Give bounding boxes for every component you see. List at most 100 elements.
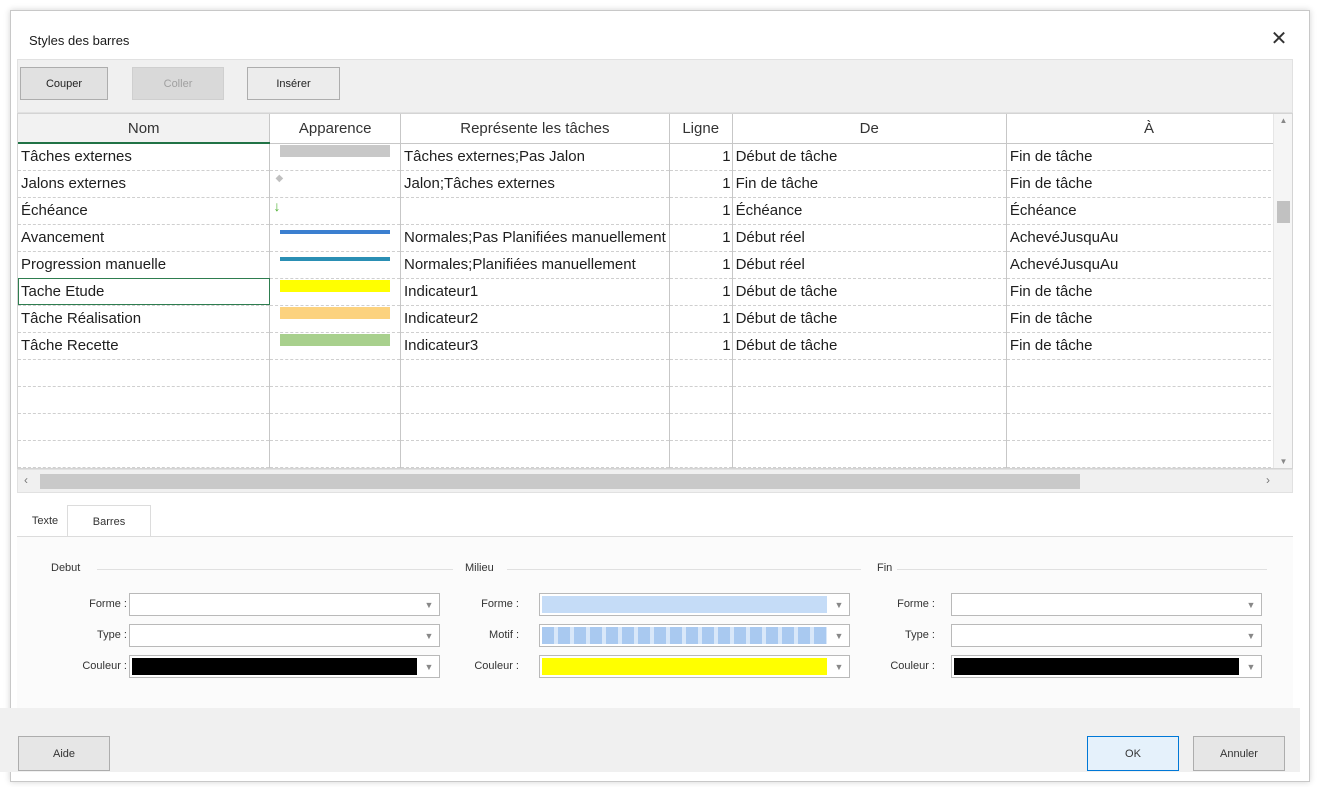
appearance-cell[interactable] xyxy=(269,359,401,387)
ligne-cell[interactable] xyxy=(669,440,733,468)
a-cell[interactable]: Fin de tâche xyxy=(1006,143,1292,171)
annuler-button[interactable]: Annuler xyxy=(1193,736,1285,771)
milieu-motif-select[interactable]: ▼ xyxy=(539,624,850,647)
inserer-button[interactable]: Insérer xyxy=(247,67,340,100)
represente-cell[interactable] xyxy=(400,197,670,225)
chevron-down-icon[interactable]: ▼ xyxy=(829,656,849,677)
a-cell[interactable] xyxy=(1006,359,1292,387)
represente-cell[interactable]: Indicateur2 xyxy=(400,305,670,333)
de-cell[interactable] xyxy=(732,413,1007,441)
represente-cell[interactable]: Indicateur1 xyxy=(400,278,670,306)
chevron-down-icon[interactable]: ▼ xyxy=(829,625,849,646)
chevron-down-icon[interactable]: ▼ xyxy=(1241,625,1261,646)
close-icon[interactable]: ✕ xyxy=(1267,27,1291,51)
a-cell[interactable] xyxy=(1006,386,1292,414)
ligne-cell[interactable] xyxy=(669,386,733,414)
appearance-cell[interactable] xyxy=(269,413,401,441)
table-row[interactable] xyxy=(18,386,1292,414)
appearance-cell[interactable]: ↓ xyxy=(269,197,401,225)
vertical-scrollbar[interactable]: ▲ ▼ xyxy=(1273,114,1292,468)
de-cell[interactable]: Début de tâche xyxy=(732,305,1007,333)
appearance-cell[interactable] xyxy=(269,143,401,171)
appearance-cell[interactable] xyxy=(269,305,401,333)
column-header-a[interactable]: À xyxy=(1006,114,1292,144)
nom-cell[interactable]: Jalons externes xyxy=(18,170,271,198)
table-row[interactable]: Tache Etude Indicateur1 1 Début de tâche Fin… xyxy=(18,278,1292,306)
coller-button[interactable]: Coller xyxy=(132,67,224,100)
debut-couleur-select[interactable]: ▼ xyxy=(129,655,440,678)
de-cell[interactable]: Fin de tâche xyxy=(732,170,1007,198)
appearance-cell[interactable] xyxy=(269,251,401,279)
represente-cell[interactable]: Tâches externes;Pas Jalon xyxy=(400,143,670,171)
represente-cell[interactable] xyxy=(400,386,670,414)
fin-type-select[interactable]: ▼ xyxy=(951,624,1262,647)
appearance-cell[interactable]: ◆ xyxy=(269,170,401,198)
a-cell[interactable]: AchevéJusquAu xyxy=(1006,224,1292,252)
chevron-down-icon[interactable]: ▼ xyxy=(419,656,439,677)
column-header-represente[interactable]: Représente les tâches xyxy=(400,114,670,144)
column-header-ligne[interactable]: Ligne xyxy=(669,114,733,144)
a-cell[interactable] xyxy=(1006,440,1292,468)
nom-cell[interactable] xyxy=(18,440,271,468)
table-row[interactable]: Jalons externes ◆ Jalon;Tâches externes 1 Fi… xyxy=(18,170,1292,198)
table-row[interactable] xyxy=(18,359,1292,387)
ligne-cell[interactable]: 1 xyxy=(669,197,733,225)
chevron-down-icon[interactable]: ▼ xyxy=(1241,656,1261,677)
chevron-down-icon[interactable]: ▼ xyxy=(829,594,849,615)
appearance-cell[interactable] xyxy=(269,278,401,306)
table-row[interactable]: Tâche Réalisation Indicateur2 1 Début de tâ… xyxy=(18,305,1292,333)
ligne-cell[interactable]: 1 xyxy=(669,278,733,306)
de-cell[interactable]: Début réel xyxy=(732,251,1007,279)
represente-cell[interactable]: Indicateur3 xyxy=(400,332,670,360)
couper-button[interactable]: Couper xyxy=(20,67,108,100)
table-row[interactable]: Tâche Recette Indicateur3 1 Début de tâche F… xyxy=(18,332,1292,360)
ok-button[interactable]: OK xyxy=(1087,736,1179,771)
nom-cell[interactable]: Tâche Réalisation xyxy=(18,305,271,333)
scroll-right-icon[interactable]: › xyxy=(1266,473,1270,487)
nom-cell[interactable]: Tache Etude xyxy=(18,278,271,306)
scroll-up-icon[interactable]: ▲ xyxy=(1274,116,1292,125)
de-cell[interactable]: Début réel xyxy=(732,224,1007,252)
column-header-nom[interactable]: Nom xyxy=(18,114,271,144)
milieu-couleur-select[interactable]: ▼ xyxy=(539,655,850,678)
scroll-left-icon[interactable]: ‹ xyxy=(24,473,28,487)
chevron-down-icon[interactable]: ▼ xyxy=(419,594,439,615)
ligne-cell[interactable]: 1 xyxy=(669,305,733,333)
a-cell[interactable]: Fin de tâche xyxy=(1006,305,1292,333)
represente-cell[interactable]: Jalon;Tâches externes xyxy=(400,170,670,198)
fin-couleur-select[interactable]: ▼ xyxy=(951,655,1262,678)
nom-cell[interactable] xyxy=(18,386,271,414)
represente-cell[interactable]: Normales;Planifiées manuellement xyxy=(400,251,670,279)
a-cell[interactable]: Fin de tâche xyxy=(1006,278,1292,306)
nom-cell[interactable]: Avancement xyxy=(18,224,271,252)
appearance-cell[interactable] xyxy=(269,440,401,468)
de-cell[interactable]: Début de tâche xyxy=(732,143,1007,171)
nom-cell[interactable]: Tâches externes xyxy=(18,143,271,171)
fin-forme-select[interactable]: ▼ xyxy=(951,593,1262,616)
debut-type-select[interactable]: ▼ xyxy=(129,624,440,647)
horizontal-scrollbar[interactable]: ‹ › xyxy=(17,469,1293,493)
table-row[interactable]: Progression manuelle Normales;Planifiées … xyxy=(18,251,1292,279)
nom-cell[interactable]: Tâche Recette xyxy=(18,332,271,360)
de-cell[interactable] xyxy=(732,359,1007,387)
nom-cell[interactable] xyxy=(18,413,271,441)
appearance-cell[interactable] xyxy=(269,224,401,252)
a-cell[interactable]: Fin de tâche xyxy=(1006,170,1292,198)
ligne-cell[interactable] xyxy=(669,359,733,387)
a-cell[interactable]: AchevéJusquAu xyxy=(1006,251,1292,279)
ligne-cell[interactable]: 1 xyxy=(669,224,733,252)
horizontal-scroll-thumb[interactable] xyxy=(40,474,1080,489)
nom-cell[interactable]: Progression manuelle xyxy=(18,251,271,279)
appearance-cell[interactable] xyxy=(269,332,401,360)
column-header-de[interactable]: De xyxy=(732,114,1007,144)
a-cell[interactable]: Fin de tâche xyxy=(1006,332,1292,360)
de-cell[interactable] xyxy=(732,440,1007,468)
table-row[interactable]: Échéance ↓ 1 Échéance Échéance xyxy=(18,197,1292,225)
appearance-cell[interactable] xyxy=(269,386,401,414)
ligne-cell[interactable]: 1 xyxy=(669,143,733,171)
table-row[interactable] xyxy=(18,413,1292,441)
scroll-thumb[interactable] xyxy=(1277,201,1290,223)
ligne-cell[interactable]: 1 xyxy=(669,251,733,279)
chevron-down-icon[interactable]: ▼ xyxy=(419,625,439,646)
represente-cell[interactable]: Normales;Pas Planifiées manuellement xyxy=(400,224,670,252)
